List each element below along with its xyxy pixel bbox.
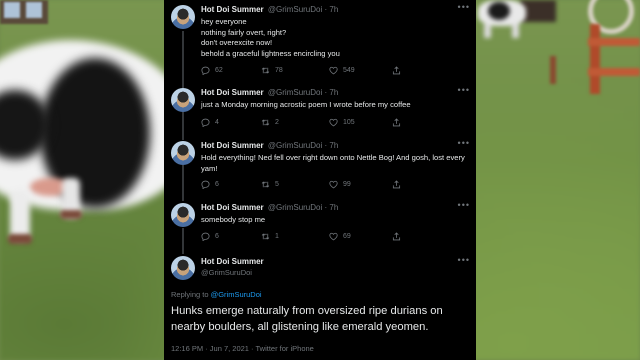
cow-hoof	[60, 210, 82, 219]
focus-tweet-text: Hunks emerge naturally from oversized ri…	[171, 305, 443, 333]
retweet-count: 2	[275, 119, 279, 126]
thread-connector-line	[182, 228, 184, 254]
tweet-text: Hold everything! Ned fell over right dow…	[201, 153, 465, 173]
thread-connector-line	[182, 165, 184, 201]
reply-count: 6	[215, 181, 219, 188]
author-handle-time: @GrimSuruDoi · 7h	[267, 203, 339, 212]
more-dots-icon[interactable]: •••	[458, 138, 470, 148]
thread-connector-line	[182, 31, 184, 88]
fence-post	[550, 56, 556, 84]
tweet-actions: 6 1 69	[201, 232, 461, 242]
author-name: Hot Doi Summer	[201, 203, 264, 212]
retweet-button[interactable]: 5	[261, 180, 279, 189]
reply-button[interactable]: 6	[201, 232, 219, 241]
tweet-author[interactable]: Hot Doi Summer @GrimSuruDoi · 7h	[201, 203, 338, 212]
reply-bubble-icon	[201, 232, 210, 241]
share-upload-icon	[392, 180, 401, 189]
mention-link[interactable]: @GrimSuruDoi	[211, 290, 262, 299]
tweet-actions: 6 5 99	[201, 180, 461, 190]
more-dots-icon[interactable]: •••	[458, 2, 470, 12]
tweet-author[interactable]: Hot Doi Summer @GrimSuruDoi · 7h	[201, 141, 338, 150]
author-handle-time: @GrimSuruDoi · 7h	[267, 5, 339, 14]
tweet-author[interactable]: Hot Doi Summer @GrimSuruDoi · 7h	[201, 5, 338, 14]
like-button[interactable]: 105	[329, 118, 355, 127]
more-dots-icon[interactable]: •••	[458, 85, 470, 95]
tweet-text: hey everyone nothing fairly overt, right…	[201, 17, 340, 58]
author-name: Hot Doi Summer	[201, 5, 264, 14]
replying-to-label: Replying to	[171, 290, 211, 299]
heart-icon	[329, 118, 338, 127]
author-name: Hot Doi Summer	[201, 88, 264, 97]
more-dots-icon[interactable]: •••	[458, 200, 470, 210]
reply-count: 62	[215, 67, 223, 74]
retweet-count: 78	[275, 67, 283, 74]
retweet-button[interactable]: 1	[261, 232, 279, 241]
share-button[interactable]	[392, 66, 401, 75]
reply-bubble-icon	[201, 180, 210, 189]
retweet-arrows-icon	[261, 180, 270, 189]
retweet-arrows-icon	[261, 232, 270, 241]
tweet-actions: 4 2 105	[201, 118, 461, 128]
heart-icon	[329, 180, 338, 189]
like-button[interactable]: 69	[329, 232, 351, 241]
share-upload-icon	[392, 66, 401, 75]
avatar[interactable]	[171, 256, 195, 280]
share-upload-icon	[392, 232, 401, 241]
share-button[interactable]	[392, 118, 401, 127]
like-button[interactable]: 99	[329, 180, 351, 189]
thread-connector-line	[182, 112, 184, 140]
tweet-timestamp-source[interactable]: 12:16 PM · Jun 7, 2021 · Twitter for iPh…	[171, 344, 314, 353]
focus-author-handle[interactable]: @GrimSuruDoi	[201, 268, 252, 277]
reply-bubble-icon	[201, 66, 210, 75]
like-button[interactable]: 549	[329, 66, 355, 75]
retweet-button[interactable]: 2	[261, 118, 279, 127]
focus-author-name[interactable]: Hot Doi Summer	[201, 257, 264, 266]
heart-icon	[329, 66, 338, 75]
retweet-count: 1	[275, 233, 279, 240]
cow-hoof	[8, 234, 32, 244]
tweet-text: somebody stop me	[201, 215, 266, 224]
replying-to-line: Replying to @GrimSuruDoi	[171, 290, 262, 299]
red-fence	[588, 24, 640, 96]
retweet-arrows-icon	[261, 118, 270, 127]
share-upload-icon	[392, 118, 401, 127]
like-count: 105	[343, 119, 355, 126]
tweet-thread-panel: Hot Doi Summer @GrimSuruDoi · 7h ••• hey…	[164, 0, 476, 360]
reply-button[interactable]: 62	[201, 66, 223, 75]
reply-bubble-icon	[201, 118, 210, 127]
like-count: 99	[343, 181, 351, 188]
avatar[interactable]	[171, 203, 195, 227]
avatar[interactable]	[171, 141, 195, 165]
window-pane	[26, 2, 42, 18]
window-pane	[4, 2, 20, 18]
reply-button[interactable]: 4	[201, 118, 219, 127]
like-count: 69	[343, 233, 351, 240]
share-button[interactable]	[392, 180, 401, 189]
reply-button[interactable]: 6	[201, 180, 219, 189]
retweet-arrows-icon	[261, 66, 270, 75]
avatar[interactable]	[171, 88, 195, 112]
share-button[interactable]	[392, 232, 401, 241]
like-count: 549	[343, 67, 355, 74]
heart-icon	[329, 232, 338, 241]
author-handle-time: @GrimSuruDoi · 7h	[267, 141, 339, 150]
tweet-author[interactable]: Hot Doi Summer @GrimSuruDoi · 7h	[201, 88, 338, 97]
retweet-count: 5	[275, 181, 279, 188]
more-dots-icon[interactable]: •••	[458, 255, 470, 265]
tweet-actions: 62 78 549	[201, 66, 461, 76]
tweet-text: just a Monday morning acrostic poem I wr…	[201, 100, 411, 109]
author-handle-time: @GrimSuruDoi · 7h	[267, 88, 339, 97]
reply-count: 6	[215, 233, 219, 240]
retweet-button[interactable]: 78	[261, 66, 283, 75]
author-name: Hot Doi Summer	[201, 141, 264, 150]
reply-count: 4	[215, 119, 219, 126]
distant-cow	[478, 0, 526, 40]
cow-leg	[10, 190, 30, 240]
avatar[interactable]	[171, 5, 195, 29]
